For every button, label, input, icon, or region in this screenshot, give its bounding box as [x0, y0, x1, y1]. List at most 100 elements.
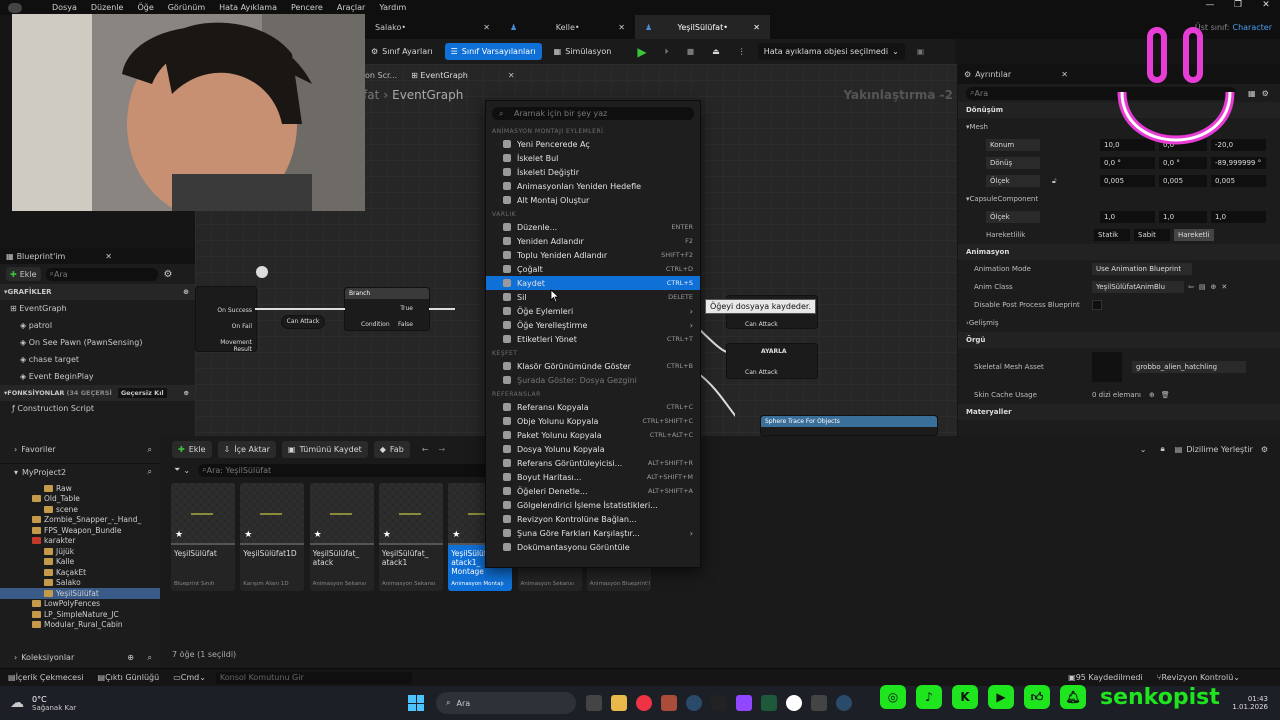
- menu-item[interactable]: Obje Yolunu Kopyala CTRL+SHIFT+C: [486, 414, 700, 428]
- rot-y[interactable]: 0,0 °: [1159, 157, 1207, 169]
- folder-item[interactable]: Modular_Rural_Cabin: [0, 620, 160, 631]
- filter-icon[interactable]: ⏷: [174, 465, 180, 475]
- chevron-down-icon[interactable]: ⌄: [183, 466, 190, 475]
- tab-salako[interactable]: Salako• ✕: [365, 15, 500, 39]
- close-icon[interactable]: ✕: [508, 71, 515, 80]
- asset-tile[interactable]: ★ YeşilSülüfat_ atack Animasyon Sekansı: [309, 483, 374, 591]
- menu-item[interactable]: Yeni Pencerede Aç: [486, 137, 700, 151]
- menu-search-input[interactable]: ⌕ Aramak için bir şey yaz: [492, 107, 694, 120]
- movement-result-pin[interactable]: Movement Result: [200, 339, 252, 353]
- use-icon[interactable]: ⇦: [1188, 283, 1194, 291]
- file-explorer-icon[interactable]: [611, 695, 627, 711]
- ai-move-node[interactable]: On Success On Fail Movement Result: [195, 286, 257, 353]
- cap-x[interactable]: 1,0: [1100, 211, 1155, 223]
- add-button[interactable]: ✚ Ekle: [172, 440, 212, 458]
- menu-item[interactable]: Yeniden Adlandır F2: [486, 234, 700, 248]
- collections-header[interactable]: › Koleksiyonlar ⊕ ⌕: [14, 653, 160, 663]
- graph-tab[interactable]: on Scr...: [365, 71, 397, 80]
- steam-icon[interactable]: [836, 695, 852, 711]
- event-item[interactable]: ◈ Event BeginPlay: [10, 368, 195, 385]
- cmd-select[interactable]: ▭ Cmd ⌄: [173, 673, 206, 682]
- trash-icon[interactable]: 🗑︎: [1161, 391, 1170, 399]
- menu-item[interactable]: Öğeleri Denetle... ALT+SHIFT+A: [486, 484, 700, 498]
- close-icon[interactable]: ✕: [1252, 0, 1280, 10]
- menu-item[interactable]: Toplu Yeniden Adlandır SHIFT+F2: [486, 248, 700, 262]
- capsule-scale-select[interactable]: Ölçek: [986, 211, 1040, 223]
- search-icon[interactable]: ⌕: [148, 467, 152, 477]
- close-icon[interactable]: ✕: [105, 252, 112, 261]
- epic-games-icon[interactable]: [711, 695, 727, 711]
- unsaved-button[interactable]: ▣ 95 Kaydedilmedi: [1068, 673, 1143, 682]
- browse-icon[interactable]: ▤: [1199, 283, 1206, 291]
- folder-item[interactable]: karakter: [0, 536, 160, 547]
- functions-header[interactable]: ▾ FONKSİYONLAR (34 GEÇERSİ Geçersiz Kıl ⊕: [0, 385, 195, 401]
- menu-item[interactable]: Öğe Eylemleri ›: [486, 304, 700, 318]
- folder-item[interactable]: LowPolyFences: [0, 599, 160, 610]
- mobility-static[interactable]: Statik: [1094, 229, 1130, 241]
- asset-tile[interactable]: ★ YeşilSülüfat_ atack1 Animasyon Sekansı: [378, 483, 443, 591]
- app-icon[interactable]: [661, 695, 677, 711]
- menu-item[interactable]: Şurada Göster: Dosya Gezgini: [486, 373, 700, 387]
- menu-item[interactable]: Referans Görüntüleyicisi... ALT+SHIFT+R: [486, 456, 700, 470]
- gear-icon[interactable]: ⚙: [164, 269, 173, 280]
- menu-item[interactable]: Sil DELETE: [486, 290, 700, 304]
- location-select[interactable]: Konum: [986, 139, 1040, 151]
- tab-yesilsulufat[interactable]: ♟ YeşilSülüfat• ✕: [635, 15, 770, 39]
- gear-icon[interactable]: ⚙: [1261, 445, 1268, 454]
- simulation-button[interactable]: ▦ Simülasyon: [548, 43, 618, 60]
- close-icon[interactable]: ✕: [753, 23, 760, 32]
- scale-z[interactable]: 0,005: [1211, 175, 1266, 187]
- chevron-down-icon[interactable]: ⌄: [1140, 445, 1147, 454]
- mesh-section[interactable]: Örgü: [958, 332, 1280, 348]
- on-success-pin[interactable]: On Success: [200, 307, 252, 314]
- anim-class-select[interactable]: YeşilSülüfatAnimBlu: [1092, 281, 1184, 293]
- search-icon[interactable]: ⌕: [148, 653, 152, 663]
- menu-file[interactable]: Dosya: [52, 3, 77, 12]
- menu-item[interactable]: Paket Yolunu Kopyala CTRL+ALT+C: [486, 428, 700, 442]
- lock-icon[interactable]: 🔒︎: [1160, 444, 1164, 454]
- debug-object-select[interactable]: Hata ayıklama objesi seçilmedi ⌄: [757, 43, 905, 60]
- can-attack-pin[interactable]: Can Attack: [745, 369, 778, 376]
- menu-item[interactable]: Dokümantasyonu Görüntüle: [486, 540, 700, 554]
- menu-item[interactable]: Animasyonları Yeniden Hedefle: [486, 179, 700, 193]
- debug-search-button[interactable]: ▣: [911, 43, 931, 60]
- asset-tile[interactable]: ★ YeşilSülüfat Blueprint Sınıfı: [171, 483, 235, 591]
- capsule-header[interactable]: ▾ CapsuleComponent: [958, 190, 1280, 208]
- folder-item[interactable]: Salako: [0, 578, 160, 589]
- clock[interactable]: 01:43 1.01.2026: [1232, 695, 1268, 711]
- menu-tools[interactable]: Araçlar: [337, 3, 365, 12]
- disable-pp-checkbox[interactable]: [1092, 300, 1102, 310]
- menu-item[interactable]: İskeleti Değiştir: [486, 165, 700, 179]
- task-view-icon[interactable]: [586, 695, 602, 711]
- revision-control-button[interactable]: ⑂ Revizyon Kontrolü ⌄: [1157, 673, 1240, 682]
- grid-view-icon[interactable]: ▦: [1248, 89, 1256, 98]
- add-icon[interactable]: ⊕: [1211, 283, 1217, 291]
- plus-circle-icon[interactable]: ⊕: [1149, 391, 1155, 399]
- folder-item[interactable]: YeşilSülüfat: [0, 588, 160, 599]
- menu-item[interactable]: Etiketleri Yönet CTRL+T: [486, 332, 700, 346]
- favorites-header[interactable]: › Favoriler ⌕: [0, 436, 160, 464]
- fab-button[interactable]: ◆ Fab: [373, 440, 410, 458]
- folder-item[interactable]: scene: [0, 504, 160, 515]
- steam-icon[interactable]: [686, 695, 702, 711]
- dock-in-layout-button[interactable]: Dizilime Yerleştir: [1186, 445, 1253, 454]
- event-item[interactable]: ◈ chase target: [10, 351, 195, 368]
- save-all-button[interactable]: ▣ Tümünü Kaydet: [281, 440, 368, 458]
- menu-item[interactable]: Kaydet CTRL+S: [486, 276, 700, 290]
- construction-script-item[interactable]: ƒ Construction Script: [0, 401, 195, 417]
- settings-icon[interactable]: ⚙: [1262, 89, 1269, 98]
- breadcrumb-prefix[interactable]: fat: [363, 88, 379, 102]
- close-icon[interactable]: ✕: [618, 23, 625, 32]
- rotation-select[interactable]: Dönüş: [986, 157, 1040, 169]
- mobility-movable[interactable]: Hareketli: [1174, 229, 1214, 241]
- mobility-stationary[interactable]: Sabit: [1134, 229, 1170, 241]
- clear-icon[interactable]: ✕: [1221, 283, 1227, 291]
- folder-item[interactable]: FPS_Weapon_Bundle: [0, 525, 160, 536]
- scale-y[interactable]: 0,005: [1159, 175, 1207, 187]
- more-options-button[interactable]: ⋮: [732, 43, 752, 60]
- materials-section[interactable]: Materyaller: [958, 404, 1280, 420]
- folder-item[interactable]: Old_Table: [0, 494, 160, 505]
- plus-circle-icon[interactable]: ⊕: [183, 288, 189, 296]
- cap-y[interactable]: 1,0: [1159, 211, 1207, 223]
- stop-button[interactable]: ■: [681, 43, 701, 60]
